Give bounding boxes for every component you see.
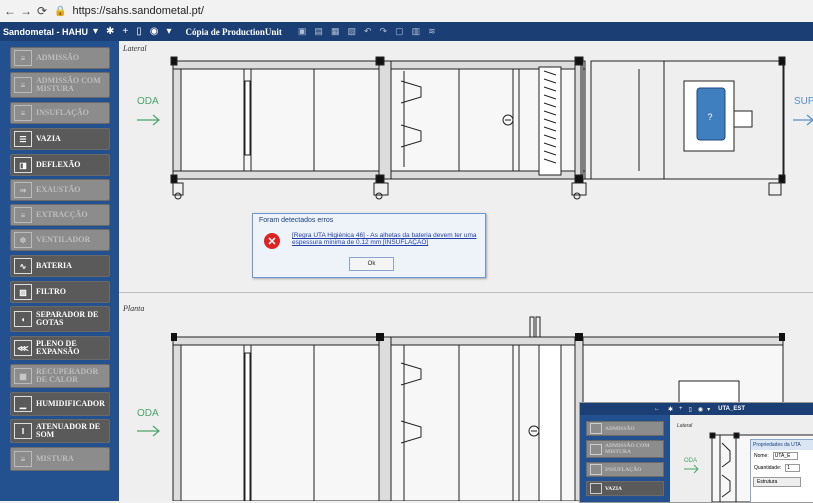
export-icon[interactable]: ▧	[347, 26, 356, 37]
browser-bar: ← → ⟳ 🔒 https://sahs.sandometal.pt/	[0, 0, 813, 23]
inset-window: ← ✱ + ▯ ◉ ▾ UTA_EST ADMISSÃO ADMISSÃO CO…	[579, 402, 813, 503]
globe-dropdown-icon[interactable]: ▾	[167, 26, 172, 37]
tab-estrutura[interactable]: Estrutura	[753, 477, 801, 487]
app-toolbar: Sandometal - HAHU ▾ ✱ + ▯ ◉ ▾ Cópia de P…	[0, 22, 813, 41]
settings-icon[interactable]: ✱	[106, 26, 114, 37]
mixing-icon: ≡	[14, 451, 32, 467]
extraction-icon: ≡	[14, 207, 32, 223]
delete-icon[interactable]: ▯	[136, 26, 142, 37]
filter-icon: ▨	[14, 284, 32, 300]
error-dialog-title: Foram detectados erros	[259, 217, 334, 224]
redo-icon[interactable]: ↷	[380, 26, 388, 37]
fan-question-mark: ?	[707, 112, 712, 122]
sidebar-item-recuperador-calor[interactable]: ▦ RECUPERADOR DE CALOR	[10, 364, 110, 388]
sidebar-item-ventilador[interactable]: ✲ VENTILADOR	[10, 229, 110, 251]
coil-icon: ∿	[14, 258, 32, 274]
zoom-icon[interactable]: ▣	[298, 26, 307, 37]
globe-icon[interactable]: ◉	[150, 26, 159, 37]
name-field[interactable]: UTA_E	[772, 452, 798, 460]
uta-properties-panel: Propriedades da UTA Nome: UTA_E Quantida…	[750, 439, 813, 502]
forward-icon[interactable]: →	[20, 4, 32, 18]
copy-icon[interactable]: ▢	[395, 26, 404, 37]
inlet-arrow-planta	[137, 425, 160, 437]
plenum-icon: ⋘	[14, 340, 32, 356]
sidebar-item-insuflacao[interactable]: ≡ INSUFLAÇÃO	[10, 102, 110, 124]
empty-section-icon: ☰	[14, 131, 32, 147]
add-icon[interactable]: +	[122, 26, 128, 37]
heat-recovery-icon: ▦	[14, 368, 32, 384]
quantity-field[interactable]: 1	[785, 464, 801, 472]
intake-icon: ≡	[14, 50, 32, 66]
droplet-separator-icon: ◖	[14, 311, 32, 327]
print-icon[interactable]: ▦	[331, 26, 340, 37]
sidebar-item-extraccao[interactable]: ≡ EXTRACÇÃO	[10, 204, 110, 226]
silencer-icon: ‖	[14, 423, 32, 439]
lock-icon: 🔒	[54, 5, 67, 17]
sidebar-item-admissao-mistura[interactable]: ≡ ADMISSÃO COM MISTURA	[10, 72, 110, 98]
app-name: Sandometal - HAHU	[3, 26, 89, 37]
save-icon[interactable]: ▤	[314, 26, 323, 37]
outlet-arrow-lateral	[793, 114, 813, 126]
sidebar-item-bateria[interactable]: ∿ BATERIA	[10, 255, 110, 277]
name-label: Nome:	[754, 453, 769, 459]
sidebar-item-separador-gotas[interactable]: ◖ SEPARADOR DE GOTAS	[10, 306, 110, 332]
error-icon: ✕	[264, 233, 280, 249]
sidebar-item-deflexao[interactable]: ◨ DEFLEXÃO	[10, 154, 110, 176]
deflection-icon: ◨	[14, 157, 32, 173]
address-bar[interactable]: https://sahs.sandometal.pt/	[72, 5, 203, 17]
reload-icon[interactable]: ⟳	[36, 4, 48, 18]
fan-icon: ✲	[14, 232, 32, 248]
layers-icon[interactable]: ≋	[428, 26, 436, 37]
sidebar-item-exaustao[interactable]: ⇒ EXAUSTÃO	[10, 179, 110, 201]
exhaust-icon: ⇒	[14, 182, 32, 198]
sidebar-item-filtro[interactable]: ▨ FILTRO	[10, 281, 110, 303]
paste-icon[interactable]: ▥	[412, 26, 421, 37]
properties-title: Propriedades da UTA	[751, 440, 813, 450]
back-icon[interactable]: ←	[4, 4, 16, 18]
project-title: Cópia de ProductionUnit	[185, 26, 282, 37]
quantity-label: Quantidade:	[754, 465, 782, 471]
sidebar-item-humidificador[interactable]: ▁ HUMIDIFICADOR	[10, 392, 110, 416]
sidebar-item-admissao[interactable]: ≡ ADMISSÃO	[10, 47, 110, 69]
supply-icon: ≡	[14, 105, 32, 121]
error-message-link[interactable]: [Regra UTA Higiénica 46] - As alhetas da…	[292, 232, 480, 246]
humidifier-icon: ▁	[14, 396, 32, 412]
inlet-arrow-lateral	[137, 114, 160, 126]
chevron-down-icon[interactable]: ▾	[93, 26, 98, 37]
component-sidebar: ≡ ADMISSÃO ≡ ADMISSÃO COM MISTURA ≡ INSUFLA…	[0, 41, 119, 501]
sidebar-item-atenuador-som[interactable]: ‖ ATENUADOR DE SOM	[10, 419, 110, 443]
undo-icon[interactable]: ↶	[364, 26, 372, 37]
intake-mix-icon: ≡	[14, 77, 32, 93]
lateral-unit: ?	[172, 60, 785, 180]
sidebar-item-mistura[interactable]: ≡ MISTURA	[10, 447, 110, 471]
ok-button[interactable]: Ok	[349, 257, 394, 271]
sidebar-item-vazia[interactable]: ☰ VAZIA	[10, 128, 110, 150]
error-dialog: Foram detectados erros ✕ [Regra UTA Higi…	[252, 213, 486, 278]
sidebar-item-pleno-expansao[interactable]: ⋘ PLENO DE EXPANSÃO	[10, 336, 110, 360]
